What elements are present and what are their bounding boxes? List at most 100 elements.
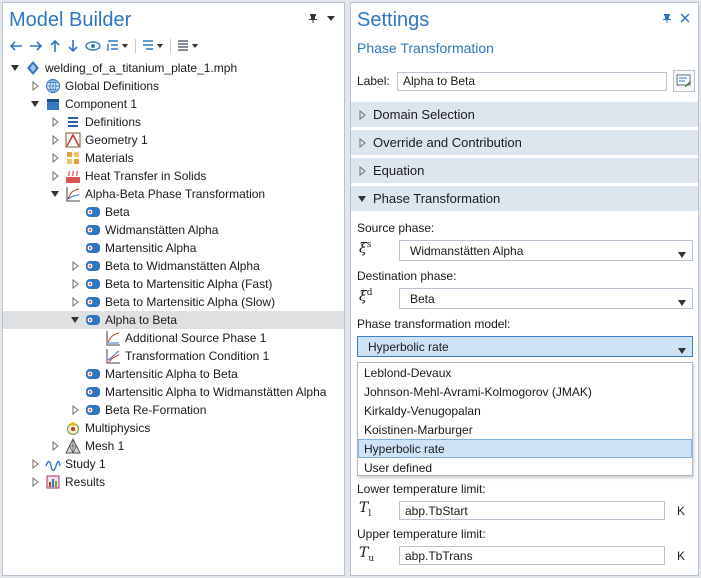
chevron-right-icon[interactable] [69, 296, 81, 308]
tree-item-label: Multiphysics [85, 421, 151, 435]
model-tree: welding_of_a_titanium_plate_1.mph Global … [3, 59, 344, 491]
tree-item-label: Mesh 1 [85, 439, 125, 453]
tree-item-label: Beta to Widmanstätten Alpha [105, 259, 260, 273]
move-up-icon[interactable] [49, 37, 61, 55]
settings-title: Settings [357, 9, 430, 31]
label-input[interactable]: Alpha to Beta [397, 71, 667, 91]
list-view-icon[interactable] [177, 37, 199, 55]
chevron-right-icon[interactable] [49, 170, 61, 182]
model-label: Phase transformation model: [357, 317, 511, 331]
tree-item[interactable]: Beta [3, 203, 344, 221]
transformation-model-select[interactable]: Hyperbolic rate [357, 336, 693, 357]
dropdown-option[interactable]: User defined [358, 458, 692, 477]
section-override-and-contribution[interactable]: Override and Contribution [351, 129, 698, 155]
mesh-icon [65, 438, 81, 454]
transformation-model-dropdown: Leblond-Devaux Johnson-Mehl-Avrami-Kolmog… [357, 362, 693, 476]
tree-item[interactable]: Martensitic Alpha to Beta [3, 365, 344, 383]
tree-item[interactable]: Component 1 [3, 95, 344, 113]
chevron-right-icon[interactable] [29, 458, 41, 470]
chevron-right-icon[interactable] [49, 440, 61, 452]
tree-item[interactable]: Beta to Martensitic Alpha (Slow) [3, 293, 344, 311]
tree-item[interactable]: Heat Transfer in Solids [3, 167, 344, 185]
tree-item[interactable]: Beta to Martensitic Alpha (Fast) [3, 275, 344, 293]
rename-button[interactable] [673, 70, 695, 92]
tree-item[interactable]: Martensitic Alpha [3, 239, 344, 257]
collapse-sections-icon[interactable] [142, 37, 164, 55]
tree-item[interactable]: Mesh 1 [3, 437, 344, 455]
show-icon[interactable] [85, 37, 101, 55]
back-arrow-icon[interactable] [9, 37, 23, 55]
dropdown-option[interactable]: Koistinen-Marburger [358, 420, 692, 439]
tree-item-label: Component 1 [65, 97, 138, 111]
panel-menu-icon[interactable] [326, 13, 336, 23]
pin-icon[interactable] [308, 13, 318, 23]
chevron-right-icon[interactable] [49, 152, 61, 164]
expand-sections-icon[interactable] [107, 37, 129, 55]
destination-phase-select[interactable]: Beta [399, 288, 693, 309]
chevron-right-icon[interactable] [49, 134, 61, 146]
section-domain-selection[interactable]: Domain Selection [351, 101, 698, 127]
tree-item[interactable]: welding_of_a_titanium_plate_1.mph [3, 59, 344, 77]
tree-item-label: Alpha to Beta [105, 313, 178, 327]
tree-item[interactable]: Definitions [3, 113, 344, 131]
tree-item[interactable]: Study 1 [3, 455, 344, 473]
dropdown-option[interactable]: Hyperbolic rate [358, 439, 692, 458]
tree-item[interactable]: Martensitic Alpha to Widmanstätten Alpha [3, 383, 344, 401]
tree-item[interactable]: Beta to Widmanstätten Alpha [3, 257, 344, 275]
chevron-right-icon[interactable] [69, 260, 81, 272]
tree-item[interactable]: Additional Source Phase 1 [3, 329, 344, 347]
source-phase-select[interactable]: Widmanstätten Alpha [399, 240, 693, 261]
tree-item-label: Results [65, 475, 106, 489]
chevron-down-icon[interactable] [29, 98, 41, 110]
dropdown-option[interactable]: Leblond-Devaux [358, 363, 692, 382]
tree-item[interactable]: Alpha to Beta [3, 311, 344, 329]
phase-icon [85, 222, 101, 238]
geometry-icon [65, 132, 81, 148]
tree-item[interactable]: Multiphysics [3, 419, 344, 437]
panel-menu-icon[interactable] [680, 13, 690, 23]
tree-item[interactable]: Transformation Condition 1 [3, 347, 344, 365]
dropdown-option[interactable]: Kirkaldy-Venugopalan [358, 401, 692, 420]
chevron-down-icon[interactable] [9, 62, 21, 74]
section-equation[interactable]: Equation [351, 157, 698, 183]
tree-item-label: Beta Re-Formation [105, 403, 207, 417]
tree-item-label: Martensitic Alpha to Widmanstätten Alpha [105, 385, 327, 399]
label-caption: Label: [357, 74, 390, 88]
chevron-right-icon[interactable] [69, 404, 81, 416]
tree-item[interactable]: Alpha-Beta Phase Transformation [3, 185, 344, 203]
move-down-icon[interactable] [67, 37, 79, 55]
phase-transition-icon [85, 258, 101, 274]
section-phase-transformation[interactable]: Phase Transformation [351, 185, 698, 211]
tree-item-label: Geometry 1 [85, 133, 148, 147]
lower-temp-label: Lower temperature limit: [357, 482, 486, 496]
lower-temp-input[interactable]: abp.TbStart [399, 501, 665, 520]
chevron-right-icon[interactable] [29, 476, 41, 488]
tree-item[interactable]: Global Definitions [3, 77, 344, 95]
tree-item[interactable]: Results [3, 473, 344, 491]
label-row: Label: Alpha to Beta [357, 70, 695, 92]
tree-item[interactable]: Materials [3, 149, 344, 167]
phase-icon [85, 240, 101, 256]
tree-item[interactable]: Geometry 1 [3, 131, 344, 149]
forward-arrow-icon[interactable] [29, 37, 43, 55]
dropdown-option[interactable]: Johnson-Mehl-Avrami-Kolmogorov (JMAK) [358, 382, 692, 401]
tree-item[interactable]: Widmanstätten Alpha [3, 221, 344, 239]
phase-icon [85, 204, 101, 220]
phase-transition-icon [85, 276, 101, 292]
chevron-right-icon[interactable] [69, 278, 81, 290]
chevron-right-icon [351, 109, 373, 120]
phase-transition-icon [85, 366, 101, 382]
tree-item[interactable]: Beta Re-Formation [3, 401, 344, 419]
heat-transfer-icon [65, 168, 81, 184]
upper-temp-input[interactable]: abp.TbTrans [399, 546, 665, 565]
pin-icon[interactable] [662, 13, 672, 23]
chevron-down-icon[interactable] [69, 314, 81, 326]
upper-temp-symbol: Tu [359, 545, 375, 564]
chevron-right-icon[interactable] [29, 80, 41, 92]
tree-item-label: Global Definitions [65, 79, 160, 93]
lower-temp-symbol: Tl [359, 500, 372, 519]
chevron-right-icon[interactable] [49, 116, 61, 128]
source-phase-icon [105, 330, 121, 346]
phase-transformation-icon [65, 186, 81, 202]
chevron-down-icon[interactable] [49, 188, 61, 200]
